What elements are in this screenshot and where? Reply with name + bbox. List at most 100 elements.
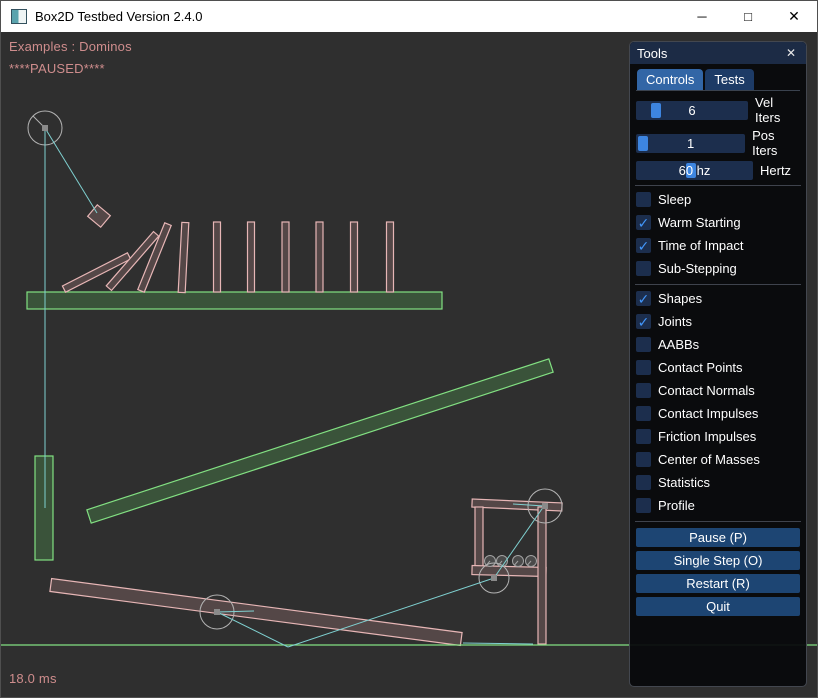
checkbox-label: Contact Normals [658, 383, 755, 398]
joint-anchor [542, 503, 548, 509]
checkbox-empty[interactable] [636, 261, 651, 276]
checkbox-contact-points[interactable]: Contact Points [636, 360, 800, 375]
tools-panel-titlebar[interactable]: Tools ✕ [630, 42, 806, 64]
checkmark-icon[interactable]: ✓ [636, 215, 651, 230]
checkmark-icon[interactable]: ✓ [636, 314, 651, 329]
physics-body-dynamic [387, 222, 394, 292]
checkmark-icon[interactable]: ✓ [636, 291, 651, 306]
checkbox-label: Friction Impulses [658, 429, 756, 444]
client-area: Examples : Dominos ****PAUSED**** 18.0 m… [1, 32, 817, 697]
checkbox-time-of-impact[interactable]: ✓Time of Impact [636, 238, 800, 253]
checkbox-empty[interactable] [636, 383, 651, 398]
checkbox-empty[interactable] [636, 337, 651, 352]
checkbox-label: Shapes [658, 291, 702, 306]
physics-body-dynamic [50, 579, 462, 646]
slider-value: 1 [687, 136, 694, 151]
tab-bar: ControlsTests [636, 69, 800, 91]
checkmark-icon[interactable]: ✓ [636, 238, 651, 253]
checkbox-label: Warm Starting [658, 215, 741, 230]
paused-label: ****PAUSED**** [9, 61, 105, 76]
joint-line [463, 643, 533, 644]
hertz-slider[interactable]: 60 hz [636, 161, 753, 180]
restart-r-button[interactable]: Restart (R) [636, 574, 800, 593]
close-button[interactable]: ✕ [771, 1, 817, 32]
checkbox-empty[interactable] [636, 406, 651, 421]
checkbox-joints[interactable]: ✓ Joints [636, 314, 800, 329]
slider-group: 6 Vel Iters 1 Pos Iters 60 hz Hertz [636, 95, 800, 180]
app-window: Box2D Testbed Version 2.4.0 ─ □ ✕ Exampl… [0, 0, 818, 698]
physics-body-dynamic [472, 499, 562, 511]
window-title: Box2D Testbed Version 2.4.0 [35, 9, 202, 24]
checkbox-shapes[interactable]: ✓ Shapes [636, 291, 800, 306]
joint-anchor [214, 609, 220, 615]
minimize-button[interactable]: ─ [679, 1, 725, 32]
physics-body-dynamic [282, 222, 289, 292]
window-titlebar[interactable]: Box2D Testbed Version 2.4.0 ─ □ ✕ [1, 1, 817, 32]
separator [635, 185, 801, 186]
physics-body-dynamic [475, 507, 483, 571]
example-label: Examples : Dominos [9, 39, 132, 54]
physics-body-static [27, 292, 442, 309]
checkbox-empty[interactable] [636, 360, 651, 375]
checkbox-label: Contact Points [658, 360, 743, 375]
checkbox-group-draw: ✓ Shapes ✓ Joints AABBs Contact Points Contact… [636, 291, 800, 513]
button-group: Pause (P) Single Step (O) Restart (R) Quit [636, 528, 800, 616]
slider-value: 60 hz [679, 163, 711, 178]
pos-iters-label: Pos Iters [752, 128, 800, 158]
tools-panel: Tools ✕ ControlsTests 6 Vel Iters 1 Pos Ite… [629, 41, 807, 687]
checkbox-group-solver: Sleep ✓ Warm Starting ✓Time of Impact Sub-St… [636, 192, 800, 276]
separator [635, 521, 801, 522]
app-icon [11, 9, 27, 24]
maximize-button[interactable]: □ [725, 1, 771, 32]
separator [635, 284, 801, 285]
checkbox-profile[interactable]: Profile [636, 498, 800, 513]
frame-time-label: 18.0 ms [9, 671, 57, 686]
physics-body-dynamic [88, 205, 111, 227]
checkbox-contact-normals[interactable]: Contact Normals [636, 383, 800, 398]
physics-body-static [87, 359, 553, 523]
joint-anchor [42, 125, 48, 131]
vel-iters-label: Vel Iters [755, 95, 800, 125]
checkbox-warm-starting[interactable]: ✓ Warm Starting [636, 215, 800, 230]
checkbox-contact-impulses[interactable]: Contact Impulses [636, 406, 800, 421]
joint-line [45, 128, 97, 213]
quit-button[interactable]: Quit [636, 597, 800, 616]
tab-controls[interactable]: Controls [637, 69, 703, 90]
slider-grab[interactable] [651, 103, 661, 118]
checkbox-sleep[interactable]: Sleep [636, 192, 800, 207]
single-step-o-button[interactable]: Single Step (O) [636, 551, 800, 570]
checkbox-label: Profile [658, 498, 695, 513]
checkbox-label: Center of Masses [658, 452, 760, 467]
pause-p-button[interactable]: Pause (P) [636, 528, 800, 547]
checkbox-center-of-masses[interactable]: Center of Masses [636, 452, 800, 467]
slider-grab[interactable] [638, 136, 648, 151]
checkbox-label: Contact Impulses [658, 406, 758, 421]
panel-close-icon[interactable]: ✕ [783, 46, 799, 60]
vel-iters-slider[interactable]: 6 [636, 101, 748, 120]
checkbox-friction-impulses[interactable]: Friction Impulses [636, 429, 800, 444]
physics-body-dynamic [178, 222, 189, 292]
physics-body-dynamic [351, 222, 358, 292]
checkbox-empty[interactable] [636, 498, 651, 513]
tools-panel-title: Tools [637, 46, 667, 61]
checkbox-sub-stepping[interactable]: Sub-Stepping [636, 261, 800, 276]
checkbox-aabbs[interactable]: AABBs [636, 337, 800, 352]
tab-tests[interactable]: Tests [705, 69, 753, 90]
checkbox-label: AABBs [658, 337, 699, 352]
hertz-label: Hertz [760, 163, 791, 178]
checkbox-label: Joints [658, 314, 692, 329]
joint-anchor [491, 575, 497, 581]
checkbox-empty[interactable] [636, 452, 651, 467]
physics-body-dynamic [316, 222, 323, 292]
checkbox-empty[interactable] [636, 429, 651, 444]
tools-panel-body: ControlsTests 6 Vel Iters 1 Pos Iters 60 hz H… [630, 64, 806, 616]
window-controls: ─ □ ✕ [679, 1, 817, 32]
checkbox-empty[interactable] [636, 475, 651, 490]
checkbox-empty[interactable] [636, 192, 651, 207]
physics-body-dynamic [214, 222, 221, 292]
pos-iters-slider[interactable]: 1 [636, 134, 745, 153]
checkbox-statistics[interactable]: Statistics [636, 475, 800, 490]
physics-body-dynamic [248, 222, 255, 292]
checkbox-label: Sub-Stepping [658, 261, 737, 276]
physics-body-static [35, 456, 53, 560]
